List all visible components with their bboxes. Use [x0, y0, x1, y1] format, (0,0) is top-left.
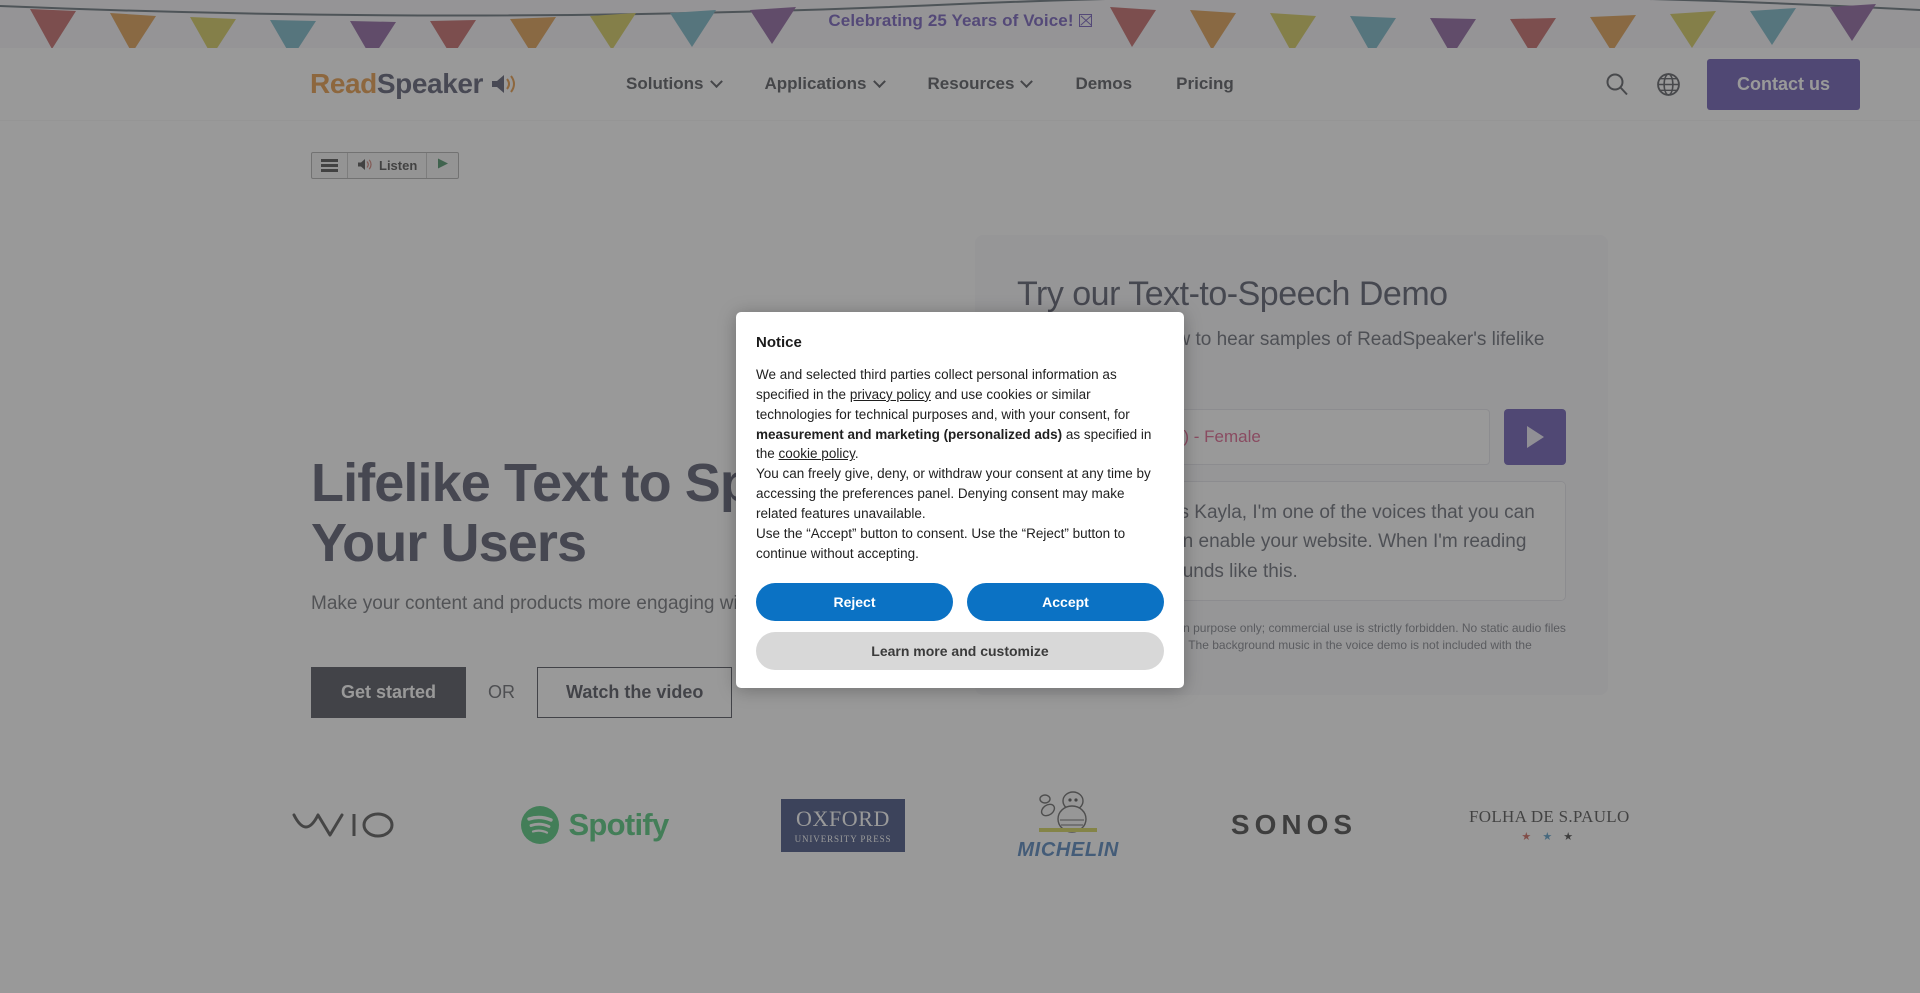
cookie-policy-link[interactable]: cookie policy	[779, 446, 855, 461]
cookie-notice-dialog: Notice We and selected third parties col…	[736, 312, 1184, 689]
cookie-paragraph-3: Use the “Accept” button to consent. Use …	[756, 525, 1126, 561]
cookie-dialog-body: We and selected third parties collect pe…	[756, 365, 1164, 563]
cookie-p1-bold: measurement and marketing (personalized …	[756, 426, 1063, 442]
cookie-modal-backdrop: Notice We and selected third parties col…	[0, 0, 1920, 993]
cookie-p1-d: .	[854, 446, 859, 462]
cookie-dialog-title: Notice	[756, 334, 802, 351]
cookie-paragraph-1: We and selected third parties collect pe…	[756, 365, 1164, 464]
learn-more-button[interactable]: Learn more and customize	[756, 632, 1164, 671]
accept-button[interactable]: Accept	[967, 583, 1164, 622]
cookie-paragraph-2: You can freely give, deny, or withdraw y…	[756, 466, 1151, 521]
reject-button[interactable]: Reject	[756, 583, 953, 622]
cookie-dialog-actions: Reject Accept	[756, 583, 1164, 622]
privacy-policy-link[interactable]: privacy policy	[850, 387, 931, 402]
